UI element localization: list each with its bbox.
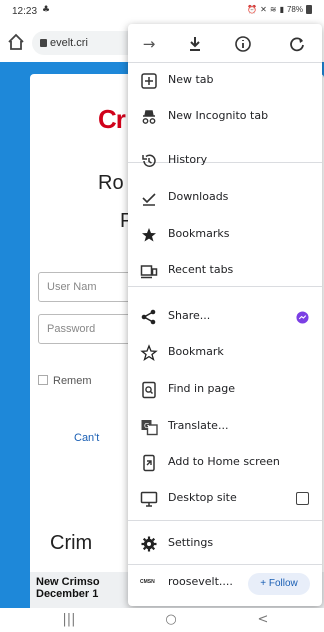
- find-in-page-icon: [142, 381, 156, 399]
- mute-icon: ✕: [260, 5, 267, 14]
- menu-item-label: Downloads: [168, 190, 229, 203]
- download-icon[interactable]: [184, 33, 206, 55]
- messenger-icon[interactable]: [296, 311, 309, 324]
- refresh-icon[interactable]: [286, 33, 308, 55]
- remember-checkbox[interactable]: [38, 375, 48, 385]
- menu-item-settings[interactable]: Settings: [128, 527, 322, 561]
- signal-icon: ▮: [279, 5, 284, 14]
- menu-top-bar: →: [128, 24, 322, 62]
- share-icon: [141, 309, 156, 325]
- menu-item-incognito[interactable]: New Incognito tab: [128, 100, 322, 134]
- menu-item-bookmarks[interactable]: Bookmarks: [128, 218, 322, 252]
- menu-item-history[interactable]: History: [128, 144, 322, 178]
- site-favicon-icon: CMSN: [140, 579, 155, 585]
- battery-icon: [306, 5, 312, 14]
- menu-item-label: New tab: [168, 73, 214, 86]
- menu-item-label: Desktop site: [168, 491, 237, 504]
- menu-item-label: Add to Home screen: [168, 455, 280, 468]
- menu-divider: [128, 286, 322, 287]
- wifi-icon: ≋: [269, 5, 277, 14]
- follow-button[interactable]: + Follow: [248, 573, 310, 595]
- recents-button[interactable]: |||: [54, 612, 84, 628]
- menu-item-label: Find in page: [168, 382, 236, 395]
- site-label: roosevelt....: [168, 575, 233, 588]
- menu-item-translate[interactable]: G Translate...: [128, 410, 322, 444]
- menu-item-label: Settings: [168, 536, 214, 549]
- menu-item-label: Bookmarks: [168, 227, 230, 240]
- menu-item-label: Bookmark: [168, 345, 224, 358]
- menu-item-label: Recent tabs: [168, 263, 234, 276]
- menu-item-new-tab[interactable]: New tab: [128, 64, 322, 98]
- menu-item-bookmark[interactable]: Bookmark: [128, 336, 322, 370]
- menu-item-recent-tabs[interactable]: Recent tabs: [128, 254, 322, 288]
- section-heading: Crim: [50, 532, 93, 554]
- menu-item-label: New Incognito tab: [168, 109, 269, 122]
- settings-icon: [141, 536, 157, 552]
- notification-icon: ♣: [42, 5, 51, 15]
- add-to-home-icon: [143, 454, 155, 472]
- remember-me[interactable]: Remem: [38, 375, 92, 387]
- incognito-icon: [142, 110, 156, 124]
- menu-item-find-in-page[interactable]: Find in page: [128, 373, 322, 407]
- status-bar: 12:23 ♣ ⏰ ✕ ≋ ▮ 78%: [0, 0, 324, 24]
- bookmark-star-icon: [140, 344, 158, 362]
- new-tab-icon: [141, 73, 157, 89]
- status-time: 12:23: [12, 6, 38, 17]
- menu-item-label: Share...: [168, 309, 211, 322]
- battery-percent: 78%: [286, 5, 303, 14]
- alarm-icon: ⏰: [247, 5, 258, 14]
- menu-item-desktop-site[interactable]: Desktop site: [128, 482, 322, 516]
- site-logo: Cr: [98, 104, 126, 134]
- info-icon[interactable]: [232, 33, 254, 55]
- menu-item-follow-site: CMSN roosevelt.... + Follow: [128, 566, 322, 600]
- menu-item-share[interactable]: Share...: [128, 300, 322, 334]
- overflow-menu: → New tab New Incognito tab History Down…: [128, 24, 322, 606]
- menu-item-add-to-home[interactable]: Add to Home screen: [128, 446, 322, 480]
- menu-divider: [128, 564, 322, 565]
- home-button[interactable]: ○: [156, 612, 186, 628]
- downloads-icon: [142, 193, 156, 206]
- menu-divider: [128, 62, 322, 63]
- svg-text:G: G: [144, 422, 149, 430]
- home-icon[interactable]: [6, 32, 26, 52]
- menu-item-label: History: [168, 153, 208, 166]
- translate-icon: G: [141, 420, 158, 436]
- desktop-icon: [140, 491, 158, 507]
- menu-item-downloads[interactable]: Downloads: [128, 181, 322, 215]
- forgot-link[interactable]: Can't: [74, 432, 99, 444]
- recent-tabs-icon: [140, 265, 158, 279]
- bookmarks-icon: [142, 228, 156, 242]
- url-bar[interactable]: evelt.cri: [32, 31, 142, 55]
- history-icon: [142, 154, 156, 167]
- page-title-line-1: Ro: [98, 172, 124, 194]
- status-right-icons: ⏰ ✕ ≋ ▮ 78%: [247, 5, 312, 14]
- news-headline[interactable]: New Crimso December 1: [36, 576, 126, 600]
- forward-icon[interactable]: →: [138, 33, 160, 55]
- back-button[interactable]: <: [248, 612, 278, 628]
- system-nav-bar: ||| ○ <: [0, 608, 324, 632]
- menu-divider: [128, 520, 322, 521]
- remember-label: Remem: [53, 375, 92, 387]
- menu-item-label: Translate...: [168, 419, 229, 432]
- lock-icon: [40, 39, 47, 47]
- desktop-site-checkbox[interactable]: [296, 492, 309, 505]
- url-text: evelt.cri: [50, 37, 88, 49]
